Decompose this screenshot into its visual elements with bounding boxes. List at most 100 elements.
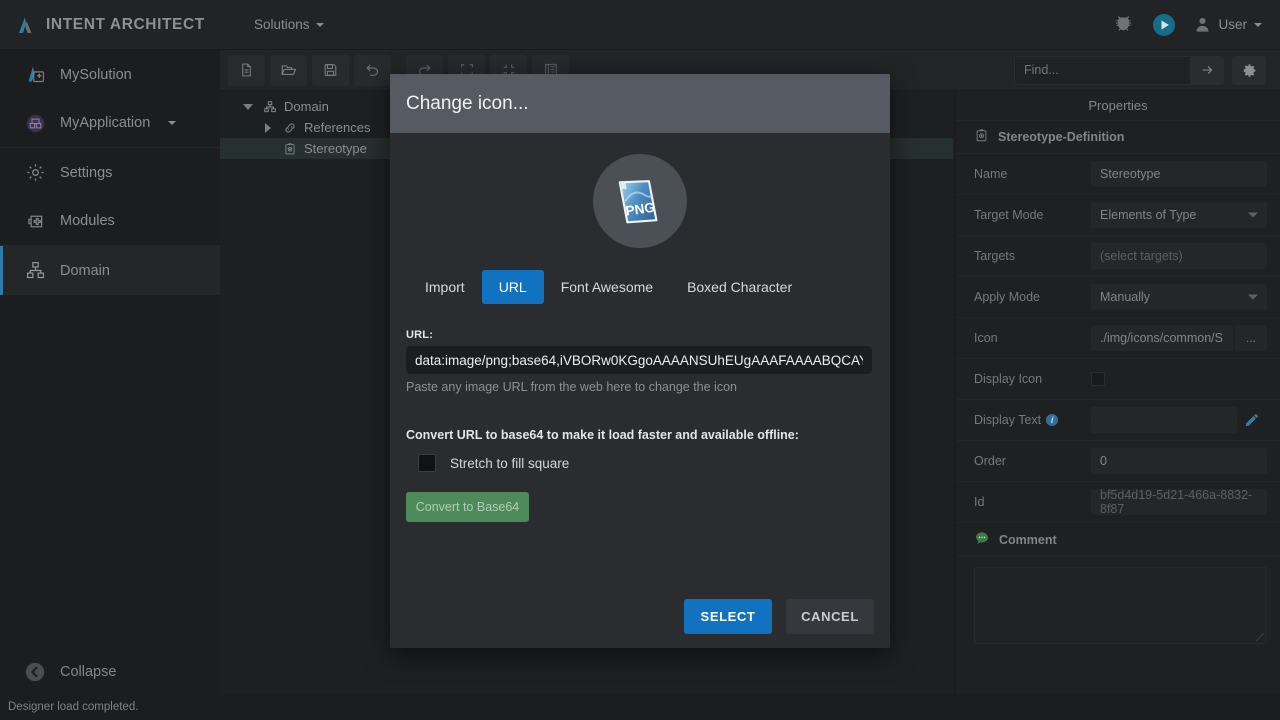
brand[interactable]: INTENT ARCHITECT [0, 15, 220, 35]
bug-icon[interactable] [1113, 14, 1134, 35]
icon-preview: PNG [593, 154, 687, 248]
sidebar-item-myapplication[interactable]: MyApplication [0, 99, 220, 148]
properties-title: Properties [956, 91, 1280, 121]
tab-import[interactable]: Import [408, 270, 482, 304]
gear-icon [24, 162, 46, 184]
property-row-target-mode: Target Mode Elements of Type [956, 195, 1280, 236]
gear-icon [1243, 63, 1255, 77]
target-mode-value: Elements of Type [1100, 208, 1197, 222]
display-text-field[interactable] [1091, 407, 1237, 433]
top-bar: INTENT ARCHITECT Solutions User [0, 0, 1280, 50]
icon-path-field[interactable]: ./img/icons/common/S [1091, 325, 1233, 351]
property-row-apply-mode: Apply Mode Manually [956, 277, 1280, 318]
targets-field[interactable]: (select targets) [1091, 243, 1267, 269]
chevron-down-icon [1248, 212, 1258, 218]
convert-to-base64-button[interactable]: Convert to Base64 [406, 492, 529, 522]
user-avatar-icon [1196, 17, 1210, 32]
brand-title: INTENT ARCHITECT [46, 15, 205, 33]
comment-icon [974, 530, 990, 549]
sidebar-label: Modules [60, 213, 115, 229]
properties-header-label: Stereotype-Definition [998, 130, 1125, 144]
property-row-display-text: Display Text i [956, 400, 1280, 441]
sidebar-label: Domain [60, 262, 110, 279]
apply-mode-select[interactable]: Manually [1091, 284, 1267, 310]
property-label: Display Icon [974, 372, 1043, 386]
find-go-button[interactable] [1190, 55, 1224, 85]
expand-toggle[interactable] [240, 103, 256, 110]
menu-solutions[interactable]: Solutions [242, 17, 336, 32]
sidebar-item-settings[interactable]: Settings [0, 148, 220, 197]
expand-toggle[interactable] [260, 122, 276, 133]
icon-browse-button[interactable]: ... [1235, 325, 1267, 351]
undo-icon [366, 64, 379, 76]
target-mode-select[interactable]: Elements of Type [1091, 202, 1267, 228]
menu-solutions-label: Solutions [254, 17, 310, 32]
stretch-to-fill-checkbox[interactable] [418, 454, 436, 472]
sidebar-item-mysolution[interactable]: MySolution [0, 50, 220, 99]
comment-label: Comment [999, 532, 1057, 547]
open-folder-icon [281, 65, 297, 75]
puzzle-icon [24, 210, 46, 232]
comment-header: Comment [956, 523, 1280, 557]
property-row-display-icon: Display Icon [956, 359, 1280, 400]
status-message: Designer load completed. [8, 701, 139, 713]
open-folder-button[interactable] [270, 54, 307, 86]
info-icon[interactable]: i [1046, 414, 1059, 426]
cancel-button[interactable]: CANCEL [786, 598, 874, 634]
edit-pencil-icon[interactable] [1237, 412, 1267, 428]
properties-panel: Properties Stereotype-Definition Name St… [955, 91, 1280, 694]
solution-icon [24, 64, 46, 86]
id-field: bf5d4d19-5d21-466a-8832-8f87 [1091, 488, 1267, 516]
resize-grip-icon[interactable] [1256, 633, 1264, 641]
url-label: URL: [406, 329, 434, 341]
run-icon[interactable] [1152, 13, 1176, 37]
domain-icon [24, 260, 46, 282]
comment-textarea[interactable] [974, 567, 1267, 644]
user-menu[interactable]: User [1194, 16, 1262, 33]
tree-node-label: Stereotype [304, 141, 367, 156]
stereotype-icon [282, 142, 298, 156]
tab-boxed-character[interactable]: Boxed Character [670, 270, 809, 304]
status-bar: Designer load completed. [0, 694, 1280, 720]
property-label: Id [974, 495, 985, 509]
icon-source-tabs: Import URL Font Awesome Boxed Character [406, 270, 874, 304]
stretch-option-row[interactable]: Stretch to fill square [406, 454, 874, 472]
display-icon-checkbox[interactable] [1091, 372, 1105, 386]
change-icon-dialog: Change icon... PNG Import URL Font Aweso… [390, 74, 890, 648]
save-icon [324, 64, 337, 76]
property-label: Order [974, 454, 1006, 468]
toolbar-settings-button[interactable] [1232, 55, 1266, 85]
tab-font-awesome[interactable]: Font Awesome [544, 270, 670, 304]
find-input[interactable] [1014, 55, 1190, 85]
undo-button[interactable] [354, 54, 391, 86]
property-label: Apply Mode [974, 290, 1041, 304]
save-button[interactable] [312, 54, 349, 86]
properties-header: Stereotype-Definition [956, 121, 1280, 154]
png-file-icon: PNG [618, 180, 658, 224]
property-row-order: Order 0 [956, 441, 1280, 482]
collapse-sidebar-button[interactable]: Collapse [0, 650, 220, 694]
property-row-name: Name Stereotype [956, 154, 1280, 195]
sidebar-item-domain[interactable]: Domain [0, 246, 220, 295]
name-field[interactable]: Stereotype [1091, 161, 1267, 187]
collapse-label: Collapse [60, 664, 117, 680]
stereotype-icon [974, 128, 989, 146]
tree-node-label: References [304, 120, 371, 135]
dialog-title: Change icon... [406, 92, 529, 114]
order-field[interactable]: 0 [1091, 448, 1267, 474]
app-root: INTENT ARCHITECT Solutions User MySoluti… [0, 0, 1280, 720]
url-input[interactable] [406, 346, 872, 374]
property-row-icon: Icon ./img/icons/common/S ... [956, 318, 1280, 359]
application-icon [24, 112, 46, 134]
toolbar-right [1014, 55, 1280, 85]
sidebar-item-modules[interactable]: Modules [0, 197, 220, 246]
property-label: Icon [974, 331, 998, 345]
sidebar-label: MyApplication [60, 115, 151, 131]
tab-url[interactable]: URL [481, 270, 544, 304]
link-icon [282, 121, 298, 135]
new-file-button[interactable] [228, 54, 265, 86]
triangle-down-icon [243, 103, 253, 110]
select-button[interactable]: SELECT [684, 598, 772, 634]
sidebar: MySolution MyApplication Settings Module… [0, 50, 220, 720]
sidebar-label: MySolution [60, 66, 132, 83]
